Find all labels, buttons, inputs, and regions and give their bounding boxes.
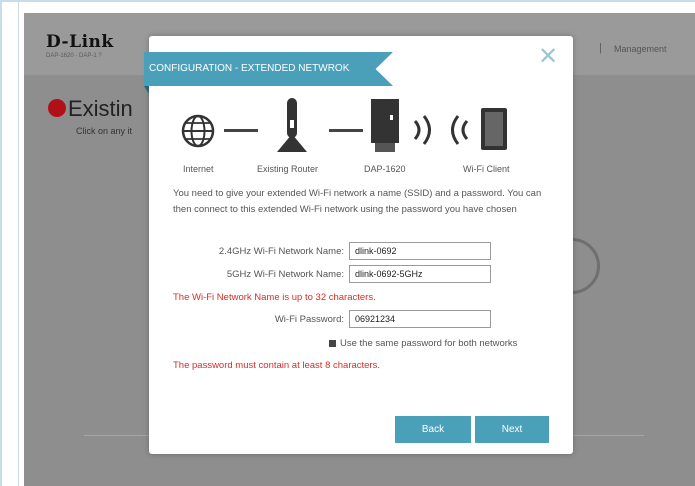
password-error-message: The password must contain at least 8 cha… [173, 360, 380, 371]
logo-subtitle: DAP-1620 · DAP-1 ? [46, 53, 102, 59]
ssid-5-input[interactable] [349, 265, 491, 283]
ssid-24-label: 2.4GHz Wi-Fi Network Name: [218, 246, 344, 257]
password-input[interactable] [349, 310, 491, 328]
dlink-logo: D-Link [46, 32, 114, 52]
diagram-label-dap: DAP-1620 [364, 164, 406, 174]
guide-line [18, 0, 19, 486]
diagram-label-client: Wi-Fi Client [463, 164, 510, 174]
checkbox-icon[interactable] [329, 339, 336, 347]
ssid-24-input[interactable] [349, 242, 491, 260]
dap-extender-icon [371, 99, 399, 152]
connector-line [329, 129, 363, 132]
modal-title: CONFIGURATION - EXTENDED NETWROK [149, 63, 350, 74]
wifi-signal-icon [413, 115, 431, 145]
diagram-label-router: Existing Router [257, 164, 319, 174]
diagram-label-internet: Internet [183, 164, 214, 174]
network-diagram [149, 98, 573, 172]
ribbon-fold [144, 86, 149, 94]
back-button[interactable]: Back [395, 416, 471, 443]
next-button[interactable]: Next [475, 416, 549, 443]
ssid-error-message: The Wi-Fi Network Name is up to 32 chara… [173, 292, 376, 303]
close-icon[interactable]: ✕ [538, 44, 558, 68]
tablet-icon [481, 108, 507, 150]
wifi-signal-icon [451, 115, 469, 145]
instructions-text: You need to give your extended Wi-Fi net… [173, 188, 542, 215]
ssid-5-label: 5GHz Wi-Fi Network Name: [226, 269, 344, 280]
same-password-label: Use the same password for both networks [340, 338, 518, 349]
router-icon [277, 98, 307, 152]
connector-line [224, 129, 258, 132]
header-separator: | [599, 42, 602, 54]
same-password-option[interactable]: Use the same password for both networks [329, 338, 517, 349]
nav-management[interactable]: Management [614, 44, 667, 54]
modal-title-ribbon: CONFIGURATION - EXTENDED NETWROK [144, 52, 393, 86]
page-title: Existin [68, 96, 133, 121]
page-subtitle: Click on any it [76, 126, 133, 136]
password-label: Wi-Fi Password: [274, 314, 344, 325]
globe-icon [181, 114, 215, 148]
status-dot-icon [48, 99, 66, 117]
config-modal: CONFIGURATION - EXTENDED NETWROK ✕ Inter… [144, 36, 573, 454]
